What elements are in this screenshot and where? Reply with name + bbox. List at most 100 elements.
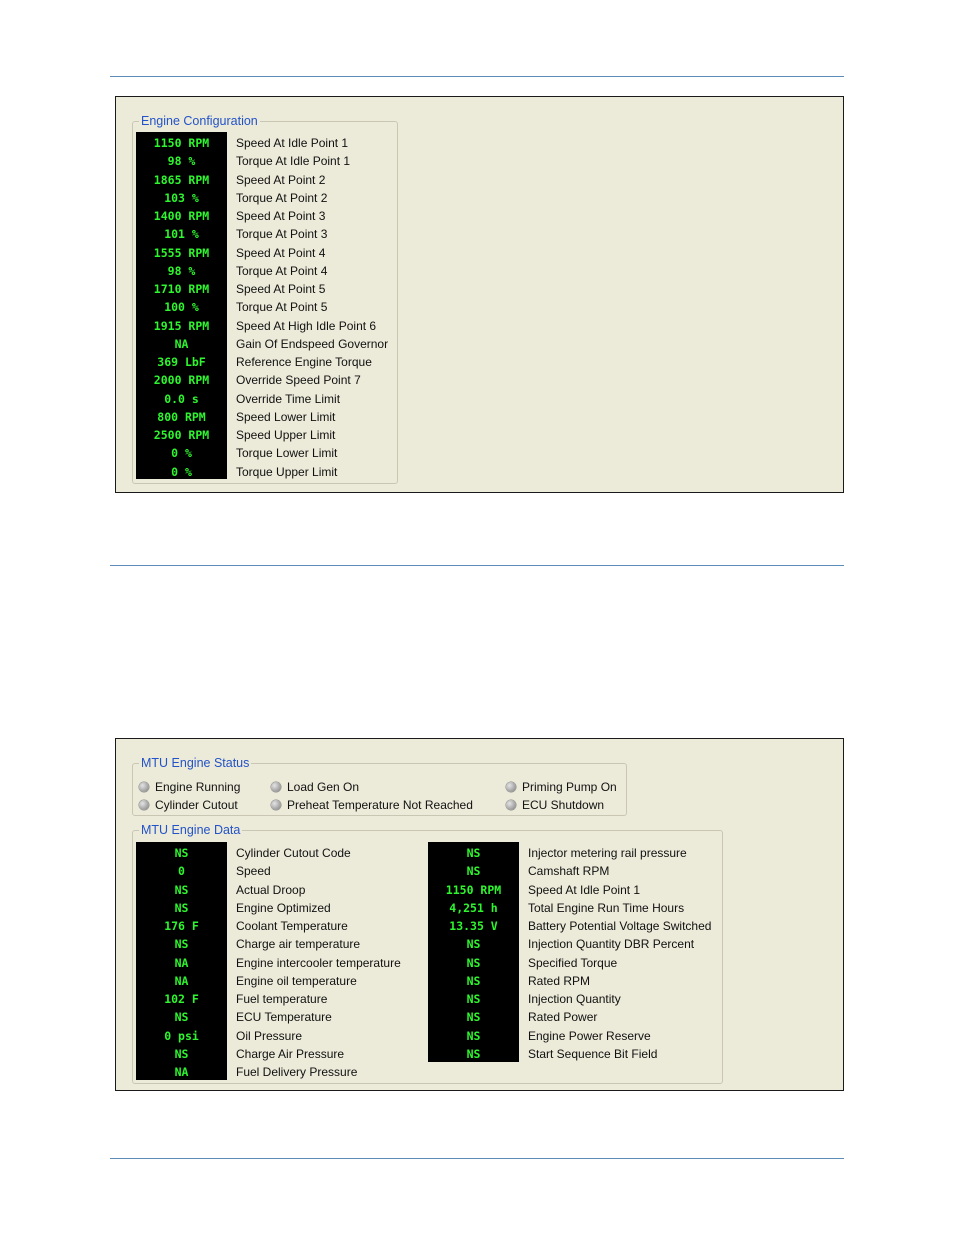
lcd-value: NA bbox=[174, 973, 189, 988]
row-label: Override Speed Point 7 bbox=[236, 373, 361, 388]
mtu-engine-status-title: MTU Engine Status bbox=[139, 755, 252, 771]
row-label: Battery Potential Voltage Switched bbox=[528, 919, 712, 933]
lcd-value: NS bbox=[174, 846, 189, 860]
status-indicator-label: Preheat Temperature Not Reached bbox=[287, 798, 473, 812]
lcd-value: 101 % bbox=[164, 227, 199, 242]
lcd-value: 0.0 s bbox=[164, 391, 199, 406]
status-led-icon bbox=[271, 782, 281, 792]
row-label: Rated RPM bbox=[528, 973, 591, 988]
row-label: Speed At Point 5 bbox=[236, 282, 326, 296]
row-label: Injection Quantity bbox=[528, 992, 621, 1006]
row-label: Cylinder Cutout Code bbox=[236, 846, 351, 860]
engine-configuration-lcd: 1150 RPM 98 % 1865 RPM 103 % 1400 RPM 101 % 15… bbox=[136, 132, 227, 479]
status-led-icon bbox=[506, 782, 516, 792]
row-label: Torque At Idle Point 1 bbox=[236, 154, 351, 169]
lcd-value: 98 % bbox=[167, 263, 196, 278]
row-label: Torque At Point 3 bbox=[236, 227, 328, 242]
lcd-value: 1150 RPM bbox=[445, 882, 502, 897]
status-led-icon bbox=[139, 782, 149, 792]
row-label: Charge air temperature bbox=[236, 937, 361, 952]
lcd-value: NS bbox=[466, 955, 481, 970]
row-label: Total Engine Run Time Hours bbox=[528, 900, 685, 915]
lcd-value: 13.35 V bbox=[449, 919, 498, 933]
row-label: Reference Engine Torque bbox=[236, 355, 372, 369]
status-indicator-label: ECU Shutdown bbox=[522, 798, 605, 812]
lcd-value: NS bbox=[174, 900, 189, 915]
mtu-engine-data-right-lcd: NS NS 1150 RPM 4,251 h 13.35 V NS NS NS NS NS NS NS bbox=[428, 842, 519, 1062]
row-label: Engine oil temperature bbox=[236, 973, 357, 988]
lcd-value: 98 % bbox=[167, 154, 196, 169]
mtu-engine-panel: MTU Engine Status Engine Running Load Gen… bbox=[115, 738, 844, 1091]
status-indicator-label: Priming Pump On bbox=[522, 780, 617, 794]
row-label: Injector metering rail pressure bbox=[528, 846, 687, 860]
status-indicator-label: Engine Running bbox=[155, 780, 241, 794]
mtu-engine-data-left-lcd: NS 0 NS NS 176 F NS NA NA 102 F NS 0 psi NS NA bbox=[136, 842, 227, 1080]
page-rule-top bbox=[110, 76, 844, 77]
lcd-value: NS bbox=[466, 1046, 481, 1061]
row-label: Torque Upper Limit bbox=[236, 464, 338, 479]
lcd-value: 1710 RPM bbox=[153, 282, 210, 296]
lcd-value: NS bbox=[466, 973, 481, 988]
row-label: Torque Lower Limit bbox=[236, 446, 338, 461]
row-label: Engine intercooler temperature bbox=[236, 955, 401, 970]
engine-configuration-panel: Engine Configuration 1150 RPM 98 % 1865 RP… bbox=[115, 96, 844, 493]
row-label: Charge Air Pressure bbox=[236, 1046, 345, 1061]
row-label: Fuel temperature bbox=[236, 992, 328, 1006]
lcd-value: NA bbox=[174, 1065, 189, 1079]
status-led-icon bbox=[271, 800, 281, 810]
lcd-value: 2000 RPM bbox=[153, 373, 210, 388]
row-label: Speed At High Idle Point 6 bbox=[236, 318, 377, 333]
lcd-value: 1150 RPM bbox=[153, 136, 210, 150]
row-label: Coolant Temperature bbox=[236, 919, 348, 933]
lcd-value: 800 RPM bbox=[157, 409, 206, 424]
lcd-value: NS bbox=[466, 1028, 481, 1043]
lcd-value: NA bbox=[174, 336, 189, 351]
lcd-value: 1865 RPM bbox=[153, 172, 210, 187]
status-led-icon bbox=[506, 800, 516, 810]
row-label: Speed bbox=[236, 864, 271, 879]
lcd-value: 176 F bbox=[164, 919, 199, 933]
row-label: Speed At Idle Point 1 bbox=[236, 136, 349, 150]
lcd-value: NS bbox=[174, 1010, 189, 1025]
page-rule-bottom bbox=[110, 1158, 844, 1159]
status-indicator-label: Load Gen On bbox=[287, 780, 360, 794]
lcd-value: 1915 RPM bbox=[153, 318, 210, 333]
lcd-value: NS bbox=[174, 937, 189, 952]
row-label: Torque At Point 2 bbox=[236, 190, 328, 205]
lcd-value: 1400 RPM bbox=[153, 209, 210, 223]
status-led-icon bbox=[139, 800, 149, 810]
row-label: Speed Lower Limit bbox=[236, 409, 336, 424]
status-indicator-label: Cylinder Cutout bbox=[155, 798, 238, 812]
row-label: Rated Power bbox=[528, 1010, 598, 1025]
lcd-value: 1555 RPM bbox=[153, 245, 210, 260]
lcd-value: NS bbox=[174, 882, 189, 897]
lcd-value: NS bbox=[174, 1046, 189, 1061]
row-label: Camshaft RPM bbox=[528, 864, 610, 879]
lcd-value: NS bbox=[466, 992, 481, 1006]
row-label: Engine Power Reserve bbox=[528, 1028, 651, 1043]
lcd-value: NS bbox=[466, 937, 481, 952]
lcd-value: 100 % bbox=[164, 300, 199, 315]
row-label: Speed At Point 2 bbox=[236, 172, 326, 187]
lcd-value: 0 % bbox=[171, 464, 192, 479]
row-label: Engine Optimized bbox=[236, 900, 331, 915]
row-label: Fuel Delivery Pressure bbox=[236, 1065, 358, 1079]
row-label: Oil Pressure bbox=[236, 1028, 303, 1043]
row-label: Torque At Point 5 bbox=[236, 300, 328, 315]
lcd-value: 2500 RPM bbox=[153, 428, 210, 442]
row-label: Speed At Point 4 bbox=[236, 245, 326, 260]
row-label: Actual Droop bbox=[236, 882, 306, 897]
row-label: ECU Temperature bbox=[236, 1010, 332, 1025]
row-label: Injection Quantity DBR Percent bbox=[528, 937, 695, 952]
row-label: Speed At Point 3 bbox=[236, 209, 326, 223]
lcd-value: 0 psi bbox=[164, 1028, 199, 1043]
lcd-value: 0 % bbox=[171, 446, 192, 461]
lcd-value: 369 LbF bbox=[157, 355, 206, 369]
lcd-value: 103 % bbox=[164, 190, 199, 205]
row-label: Override Time Limit bbox=[236, 391, 341, 406]
lcd-value: NA bbox=[174, 955, 189, 970]
lcd-value: 0 bbox=[178, 864, 185, 879]
lcd-value: 102 F bbox=[164, 992, 199, 1006]
lcd-value: NS bbox=[466, 864, 481, 879]
row-label: Speed Upper Limit bbox=[236, 428, 336, 442]
